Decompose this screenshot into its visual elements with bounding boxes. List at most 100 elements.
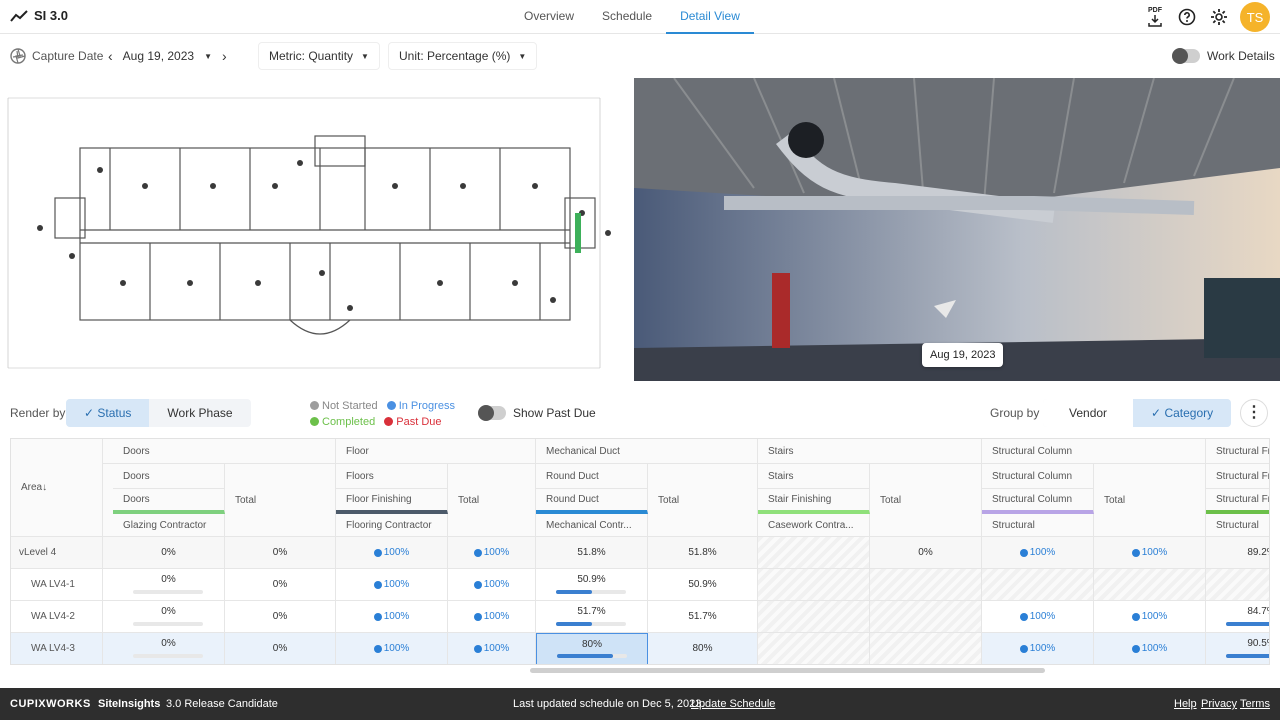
progress-cell[interactable]: 50.9% (648, 569, 758, 601)
user-avatar[interactable]: TS (1240, 2, 1270, 32)
area-header[interactable]: Area ↓ (11, 439, 103, 537)
progress-cell[interactable]: 100% (336, 569, 448, 601)
tab-detail-view[interactable]: Detail View (666, 0, 754, 34)
progress-cell[interactable] (870, 633, 982, 664)
progress-cell[interactable]: 0% (113, 569, 225, 601)
horizontal-scrollbar[interactable] (530, 668, 1045, 673)
progress-cell[interactable]: 84.7% (1206, 601, 1269, 633)
progress-cell[interactable]: 0% (113, 633, 225, 664)
progress-cell[interactable]: 100% (448, 633, 536, 664)
category-option[interactable]: ✓ Category (1133, 399, 1232, 427)
progress-bar (1226, 622, 1269, 626)
progress-cell[interactable]: 100% (448, 537, 536, 569)
progress-cell[interactable]: 100% (1094, 601, 1206, 633)
progress-cell[interactable]: 0% (225, 601, 336, 633)
progress-cell[interactable]: 0% (113, 537, 225, 569)
tab-overview[interactable]: Overview (510, 0, 588, 34)
terms-link[interactable]: Terms (1240, 698, 1270, 710)
progress-cell[interactable] (758, 537, 870, 569)
group-header[interactable]: Stairs (758, 439, 982, 464)
progress-cell[interactable]: 100% (336, 633, 448, 664)
progress-cell[interactable]: 80% (536, 633, 648, 664)
more-options-icon[interactable]: ⋮ (1240, 399, 1268, 427)
row-area[interactable]: v Level 4 (11, 537, 103, 569)
progress-cell[interactable]: 100% (982, 601, 1094, 633)
sort-icon[interactable]: ↓ (42, 482, 47, 493)
tab-schedule[interactable]: Schedule (588, 0, 666, 34)
vendor-option[interactable]: Vendor (1043, 399, 1134, 427)
main-nav: Overview Schedule Detail View (510, 0, 754, 34)
progress-cell[interactable]: 50.9% (536, 569, 648, 601)
subgroup-label: Floors (336, 464, 448, 489)
date-dropdown-icon[interactable]: ▼ (204, 52, 212, 61)
progress-cell[interactable] (758, 601, 870, 633)
progress-cell[interactable]: 0% (113, 601, 225, 633)
progress-bar (133, 590, 203, 594)
progress-cell[interactable] (758, 569, 870, 601)
progress-cell[interactable]: 80% (648, 633, 758, 664)
group-header[interactable]: Mechanical Duct (536, 439, 758, 464)
row-area[interactable]: WA LV4-3 (11, 633, 103, 664)
site-photo-360[interactable]: Aug 19, 2023 (634, 78, 1280, 381)
progress-cell[interactable]: 89.2% (1206, 537, 1269, 569)
footer-product: SiteInsights (98, 698, 161, 710)
progress-cell[interactable]: 90.5% (1206, 633, 1269, 664)
progress-cell[interactable]: 100% (336, 537, 448, 569)
app-logo[interactable]: SI 3.0 (10, 8, 68, 23)
work-phase-option[interactable]: Work Phase (149, 399, 250, 427)
show-past-due-toggle[interactable] (478, 405, 506, 421)
row-area[interactable]: WA LV4-2 (11, 601, 103, 633)
group-header[interactable]: Floor (336, 439, 536, 464)
chevron-down-icon[interactable]: v (19, 547, 24, 558)
group-header[interactable]: Structural Column (982, 439, 1206, 464)
progress-cell[interactable] (1094, 569, 1206, 601)
progress-value: 100% (483, 579, 510, 590)
progress-cell[interactable] (758, 633, 870, 664)
status-option[interactable]: ✓ Status (66, 399, 150, 427)
work-details-toggle[interactable] (1172, 48, 1200, 64)
progress-cell[interactable]: 0% (225, 537, 336, 569)
metric-dropdown[interactable]: Metric: Quantity ▼ (258, 42, 380, 70)
subgroup-label: Round Duct (536, 464, 648, 489)
progress-cell[interactable] (1206, 569, 1269, 601)
progress-cell[interactable]: 100% (982, 537, 1094, 569)
progress-cell[interactable]: 0% (225, 633, 336, 664)
help-icon[interactable] (1176, 6, 1198, 28)
help-link[interactable]: Help (1174, 698, 1197, 710)
progress-cell[interactable]: 0% (870, 537, 982, 569)
item-label: Doors (113, 489, 225, 514)
progress-cell[interactable]: 51.7% (648, 601, 758, 633)
progress-value: 84.7% (1247, 606, 1269, 617)
group-header[interactable]: Structural Fra (1206, 439, 1269, 464)
progress-value: 100% (383, 547, 410, 558)
progress-cell[interactable] (870, 569, 982, 601)
date-selector: ‹ Aug 19, 2023 ▼ › (108, 42, 227, 70)
app-title: SI 3.0 (34, 8, 68, 23)
progress-cell[interactable]: 100% (982, 633, 1094, 664)
progress-cell[interactable]: 0% (225, 569, 336, 601)
gear-icon[interactable] (1208, 6, 1230, 28)
progress-cell[interactable]: 100% (448, 569, 536, 601)
group-header[interactable]: Doors (113, 439, 336, 464)
contractor-label: Casework Contra... (758, 514, 870, 537)
date-value[interactable]: Aug 19, 2023 (123, 49, 194, 63)
row-area[interactable]: WA LV4-1 (11, 569, 103, 601)
progress-cell[interactable] (870, 601, 982, 633)
floor-plan[interactable] (0, 78, 632, 381)
footer-brand: CUPIXWORKS (10, 698, 91, 710)
pdf-download-icon[interactable]: PDF (1144, 6, 1166, 28)
progress-cell[interactable] (982, 569, 1094, 601)
progress-cell[interactable]: 100% (1094, 633, 1206, 664)
privacy-link[interactable]: Privacy (1201, 698, 1237, 710)
update-schedule-link[interactable]: Update Schedule (691, 698, 775, 710)
next-date-icon[interactable]: › (222, 48, 227, 64)
progress-cell[interactable]: 100% (1094, 537, 1206, 569)
unit-dropdown[interactable]: Unit: Percentage (%) ▼ (388, 42, 538, 70)
prev-date-icon[interactable]: ‹ (108, 48, 113, 64)
progress-cell[interactable]: 100% (448, 601, 536, 633)
progress-cell[interactable]: 51.7% (536, 601, 648, 633)
progress-cell[interactable]: 51.8% (536, 537, 648, 569)
contractor-label: Structural (982, 514, 1094, 537)
progress-cell[interactable]: 100% (336, 601, 448, 633)
progress-cell[interactable]: 51.8% (648, 537, 758, 569)
